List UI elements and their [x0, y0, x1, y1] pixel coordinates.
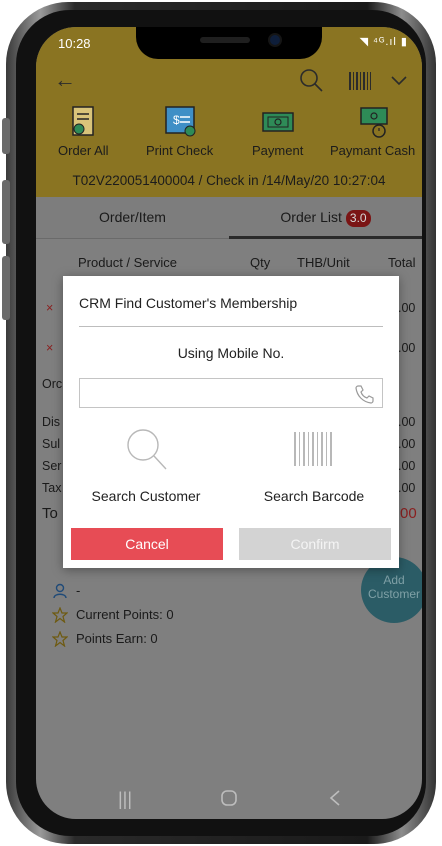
toolbar: ← — [36, 65, 422, 101]
cancel-button[interactable]: Cancel — [71, 528, 223, 560]
phone-frame: 10:28 ◥ ⁴ᴳ.ıl ▮ ← Order All $ Print Chec… — [0, 0, 442, 846]
col-unit-price: THB/Unit — [297, 255, 350, 270]
payment-icon — [261, 112, 294, 132]
tax-value: .00 — [398, 481, 416, 495]
service-label: Ser — [42, 459, 62, 473]
service-value: .00 — [398, 459, 416, 473]
order-all-button[interactable]: Order All — [58, 105, 109, 165]
add-customer-label-2: Customer — [367, 587, 420, 601]
customer-name-row: - — [52, 579, 174, 603]
barcode-icon — [294, 432, 332, 466]
confirm-button[interactable]: Confirm — [239, 528, 391, 560]
search-barcode-label: Search Barcode — [263, 488, 365, 504]
phone-volume-down — [2, 256, 10, 320]
search-customer-option[interactable]: Search Customer — [71, 426, 221, 504]
subtotal-label: Sul — [42, 437, 61, 451]
tab-order-list-label: Order List — [280, 209, 342, 225]
payment-label: Payment — [252, 143, 304, 158]
subtotal-value: .00 — [398, 437, 416, 451]
crm-membership-dialog: CRM Find Customer's Membership Using Mob… — [63, 276, 399, 568]
tab-order-item[interactable]: Order/Item — [36, 197, 229, 239]
delete-row-icon[interactable]: × — [46, 301, 53, 315]
tab-order-item-label: Order/Item — [99, 209, 166, 225]
status-icons: ◥ ⁴ᴳ.ıl ▮ — [359, 36, 408, 48]
mobile-number-input[interactable] — [80, 379, 350, 407]
print-check-label: Print Check — [146, 143, 214, 158]
home-icon[interactable] — [220, 789, 238, 812]
payment-cash-icon — [359, 107, 388, 138]
print-check-button[interactable]: $ Print Check — [146, 105, 213, 165]
row-total: .00 — [398, 301, 416, 315]
row-total: .00 — [398, 341, 416, 355]
tab-bar: Order/Item Order List 3.0 — [36, 197, 422, 239]
discount-value: .00 — [398, 415, 416, 429]
search-barcode-option[interactable]: Search Barcode — [239, 426, 389, 504]
search-icon — [127, 429, 167, 470]
customer-info: - Current Points: 0 Points Earn: 0 — [52, 579, 174, 651]
payment-button[interactable]: Payment — [252, 105, 303, 165]
col-total: Total — [388, 255, 416, 270]
barcode-icon[interactable] — [348, 71, 372, 96]
discount-label: Dis — [42, 415, 61, 429]
tax-label: Tax — [42, 481, 62, 495]
star-icon — [52, 607, 68, 623]
dialog-title: CRM Find Customer's Membership — [79, 295, 298, 311]
order-all-label: Order All — [58, 143, 109, 158]
action-buttons: Order All $ Print Check Payment Paymant … — [36, 105, 422, 165]
checkin-info: T02V220051400004 / Check in /14/May/20 1… — [72, 173, 386, 188]
search-icon[interactable] — [298, 67, 324, 98]
table-header: Product / Service Qty THB/Unit Total — [36, 251, 422, 275]
camera-icon — [270, 35, 280, 45]
payment-cash-button[interactable]: Paymant Cash — [330, 105, 415, 165]
status-time: 10:28 — [58, 36, 91, 51]
notch — [136, 27, 322, 59]
total-label: To — [42, 505, 58, 522]
customer-name: - — [76, 583, 81, 598]
col-qty: Qty — [250, 255, 271, 270]
dialog-subtitle: Using Mobile No. — [177, 345, 285, 361]
mobile-number-field[interactable] — [79, 378, 383, 408]
search-customer-label: Search Customer — [91, 488, 201, 504]
payment-cash-label: Paymant Cash — [330, 143, 416, 158]
recent-apps-icon[interactable]: ||| — [118, 789, 132, 810]
order-count-badge: 3.0 — [345, 210, 371, 227]
phone-volume-up — [2, 180, 10, 244]
phone-icon[interactable] — [354, 383, 376, 405]
points-earn-row: Points Earn: 0 — [52, 627, 174, 651]
points-earn: Points Earn: 0 — [76, 631, 158, 646]
phone-side-button — [2, 118, 10, 154]
svg-text:$: $ — [173, 113, 180, 127]
star-icon — [52, 631, 68, 647]
current-points-row: Current Points: 0 — [52, 603, 174, 627]
delete-row-icon[interactable]: × — [46, 341, 53, 355]
add-customer-label-1: Add — [383, 573, 405, 587]
dialog-divider — [79, 326, 383, 327]
person-icon — [53, 583, 67, 599]
print-check-icon: $ — [164, 106, 196, 137]
tab-order-list[interactable]: Order List 3.0 — [229, 197, 422, 239]
order-all-icon — [72, 106, 95, 136]
back-arrow-icon[interactable]: ← — [54, 67, 76, 93]
col-product: Product / Service — [78, 255, 177, 270]
speaker — [200, 37, 250, 43]
back-nav-icon[interactable] — [328, 789, 342, 812]
android-nav-bar: ||| — [36, 783, 422, 819]
chevron-down-icon[interactable] — [390, 71, 408, 94]
total-value: 00 — [400, 505, 417, 522]
order-label: Orc — [42, 377, 63, 391]
current-points: Current Points: 0 — [76, 607, 174, 622]
